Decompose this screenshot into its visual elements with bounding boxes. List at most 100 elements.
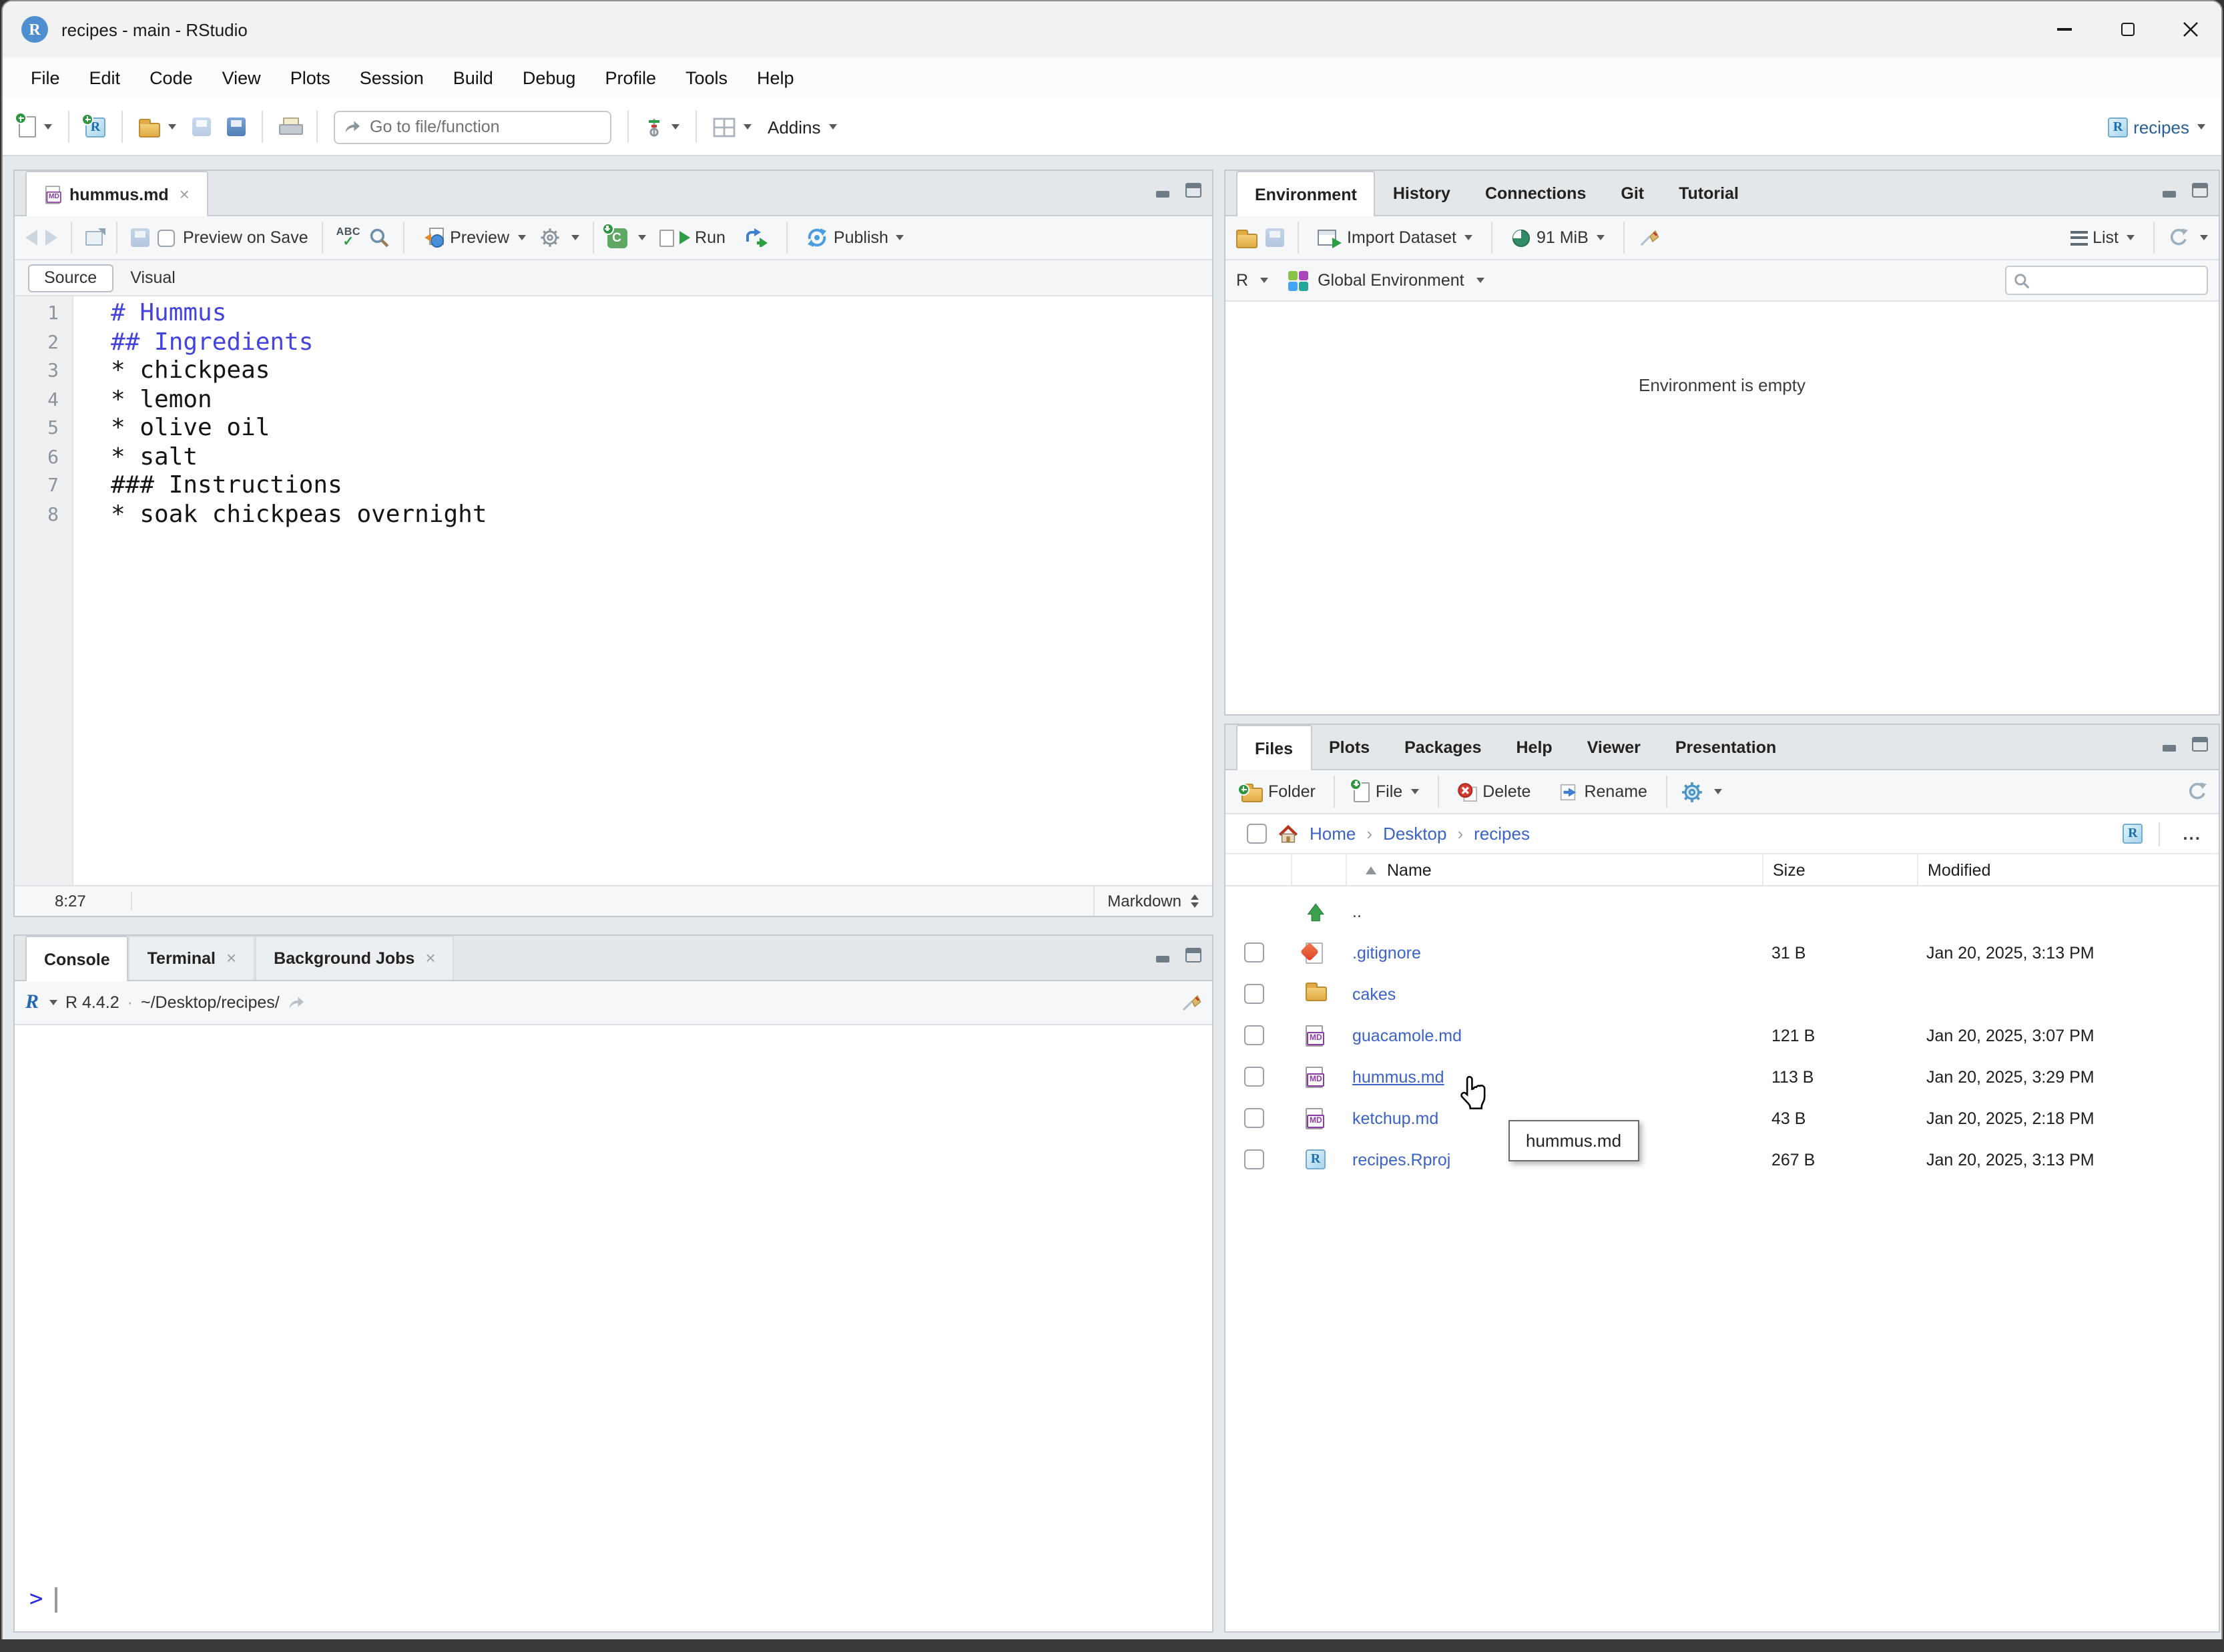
new-project-button[interactable]: R: [80, 113, 111, 141]
maximize-pane-icon[interactable]: [2192, 183, 2208, 198]
minimize-pane-icon[interactable]: [2163, 183, 2179, 198]
project-menu-button[interactable]: R recipes: [2103, 113, 2211, 141]
tab-terminal[interactable]: Terminal ×: [128, 936, 256, 980]
file-link-hummus[interactable]: hummus.md: [1346, 1067, 1444, 1086]
memory-usage-button[interactable]: 91 MiB: [1506, 224, 1610, 252]
menu-help[interactable]: Help: [742, 57, 809, 99]
editor-save-icon[interactable]: [131, 228, 150, 247]
tab-presentation[interactable]: Presentation: [1658, 725, 1793, 769]
file-link-cakes[interactable]: cakes: [1346, 985, 1396, 1003]
menu-tools[interactable]: Tools: [671, 57, 742, 99]
close-background-jobs-icon[interactable]: ×: [425, 937, 435, 980]
cursor-position[interactable]: 8:27: [15, 892, 132, 910]
preview-button[interactable]: Preview: [418, 223, 531, 252]
rerun-button[interactable]: [739, 224, 774, 251]
open-directory-icon[interactable]: [288, 995, 306, 1011]
maximize-pane-icon[interactable]: [2192, 737, 2208, 752]
menu-plots[interactable]: Plots: [276, 57, 345, 99]
r-version-icon[interactable]: R: [25, 992, 39, 1013]
tab-connections[interactable]: Connections: [1468, 171, 1603, 215]
menu-debug[interactable]: Debug: [508, 57, 591, 99]
maximize-pane-icon[interactable]: [1185, 948, 1201, 962]
save-button[interactable]: [187, 113, 216, 140]
column-size[interactable]: Size: [1762, 854, 1917, 885]
minimize-pane-icon[interactable]: [1156, 183, 1172, 198]
file-checkbox[interactable]: [1244, 942, 1264, 962]
addins-button[interactable]: Addins: [762, 113, 842, 141]
tab-files[interactable]: Files: [1236, 725, 1312, 770]
file-link-rproj[interactable]: recipes.Rproj: [1346, 1150, 1450, 1169]
goto-file-input[interactable]: [370, 117, 583, 136]
clear-console-broom-icon[interactable]: [1180, 992, 1201, 1013]
breadcrumb-desktop[interactable]: Desktop: [1383, 824, 1446, 844]
close-tab-icon[interactable]: ×: [180, 173, 190, 216]
tab-background-jobs[interactable]: Background Jobs ×: [255, 936, 455, 980]
breadcrumb-home[interactable]: Home: [1310, 824, 1356, 844]
run-button[interactable]: Run: [653, 224, 731, 251]
file-link-guacamole[interactable]: guacamole.md: [1346, 1026, 1462, 1045]
settings-gear-icon[interactable]: [539, 227, 560, 248]
new-folder-button[interactable]: Folder: [1236, 778, 1321, 806]
file-checkbox[interactable]: [1244, 1108, 1264, 1128]
tab-tutorial[interactable]: Tutorial: [1661, 171, 1756, 215]
maximize-button[interactable]: [2096, 1, 2159, 57]
go-to-directory-button[interactable]: ...: [2176, 824, 2208, 844]
menu-view[interactable]: View: [208, 57, 276, 99]
close-button[interactable]: [2159, 1, 2221, 57]
version-control-button[interactable]: [639, 112, 685, 142]
file-link-ketchup[interactable]: ketchup.md: [1346, 1109, 1438, 1127]
file-checkbox[interactable]: [1244, 1025, 1264, 1045]
insert-chunk-icon[interactable]: [601, 222, 627, 248]
load-workspace-icon[interactable]: [1236, 229, 1258, 248]
menu-profile[interactable]: Profile: [590, 57, 671, 99]
save-workspace-icon[interactable]: [1266, 228, 1284, 247]
select-all-checkbox[interactable]: [1247, 824, 1267, 844]
refresh-files-icon[interactable]: [2187, 781, 2208, 802]
preview-on-save-checkbox[interactable]: [158, 229, 175, 246]
maximize-pane-icon[interactable]: [1185, 183, 1201, 198]
console-body[interactable]: >: [15, 1025, 1212, 1631]
language-selector[interactable]: R: [1236, 271, 1248, 290]
new-blank-file-button[interactable]: File: [1349, 778, 1424, 806]
column-name[interactable]: Name: [1346, 854, 1762, 885]
code-editor[interactable]: 1 2 3 4 5 6 7 8 # Hummus ## Ingredients …: [15, 296, 1212, 885]
project-root-icon[interactable]: R: [2123, 824, 2143, 844]
minimize-button[interactable]: [2033, 1, 2096, 57]
files-more-gear-icon[interactable]: [1681, 780, 1703, 803]
close-terminal-icon[interactable]: ×: [226, 937, 236, 980]
parent-directory-icon[interactable]: [1306, 900, 1327, 922]
breadcrumb-recipes[interactable]: recipes: [1474, 824, 1530, 844]
tab-hummus-md[interactable]: hummus.md ×: [25, 171, 208, 216]
spellcheck-icon[interactable]: ABC ✓: [336, 226, 360, 249]
goto-file-box[interactable]: [334, 110, 611, 144]
file-checkbox[interactable]: [1244, 1149, 1264, 1169]
tab-plots[interactable]: Plots: [1312, 725, 1387, 769]
open-file-button[interactable]: [133, 113, 182, 141]
minimize-pane-icon[interactable]: [2163, 737, 2179, 752]
tab-help[interactable]: Help: [1499, 725, 1570, 769]
minimize-pane-icon[interactable]: [1156, 948, 1172, 962]
save-all-button[interactable]: [222, 113, 251, 140]
print-button[interactable]: [274, 113, 306, 140]
file-checkbox[interactable]: [1244, 984, 1264, 1004]
tab-packages[interactable]: Packages: [1387, 725, 1498, 769]
rename-file-button[interactable]: Rename: [1552, 778, 1653, 806]
language-mode-selector[interactable]: Markdown: [1093, 886, 1212, 916]
tab-console[interactable]: Console: [25, 936, 129, 981]
file-checkbox[interactable]: [1244, 1067, 1264, 1087]
menu-edit[interactable]: Edit: [75, 57, 135, 99]
home-icon[interactable]: [1278, 824, 1299, 844]
source-mode-button[interactable]: Source: [28, 264, 113, 292]
menu-file[interactable]: File: [16, 57, 75, 99]
file-link-parent[interactable]: ..: [1346, 902, 1362, 920]
refresh-icon[interactable]: [2168, 227, 2189, 248]
file-link-gitignore[interactable]: .gitignore: [1346, 943, 1421, 962]
tab-viewer[interactable]: Viewer: [1570, 725, 1658, 769]
menu-code[interactable]: Code: [135, 57, 208, 99]
environment-scope-selector[interactable]: Global Environment: [1318, 271, 1464, 290]
tab-history[interactable]: History: [1376, 171, 1468, 215]
new-file-button[interactable]: [13, 112, 57, 142]
menu-session[interactable]: Session: [345, 57, 439, 99]
publish-button[interactable]: Publish: [802, 223, 910, 252]
back-icon[interactable]: [25, 230, 37, 246]
